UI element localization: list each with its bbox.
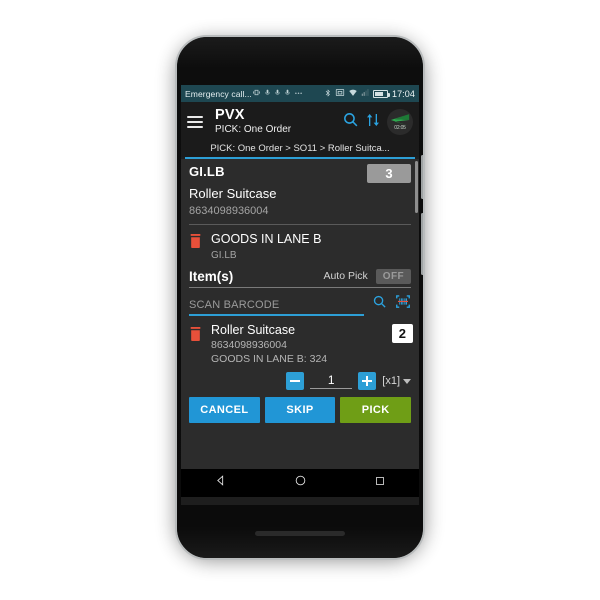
item-barcode: 8634098936004	[211, 338, 287, 351]
scan-barcode-row: SCAN BARCODE	[181, 288, 419, 316]
item-location-qty: GOODS IN LANE B: 324	[211, 353, 328, 366]
skip-button[interactable]: SKIP	[264, 397, 336, 424]
header-product-name: Roller Suitcase	[189, 186, 277, 201]
page-subtitle: PICK: One Order	[215, 124, 292, 136]
more-icon	[294, 88, 303, 99]
signal-icon-2	[274, 88, 281, 99]
hamburger-menu-icon[interactable]	[187, 116, 203, 128]
breadcrumb-container: PICK: One Order > SO11 > Roller Suitca..…	[181, 142, 419, 157]
item-texts: Roller Suitcase 8634098936004 GOODS IN L…	[211, 323, 383, 366]
signal-icon-1	[264, 88, 271, 99]
power-button[interactable]	[421, 213, 423, 275]
home-circle-icon[interactable]	[294, 474, 307, 492]
signal-icon-3	[284, 88, 291, 99]
phone-screen: Emergency call... 17:04 PVX PICK: One Or…	[181, 85, 419, 505]
cellular-signal-icon	[361, 88, 370, 99]
status-bar-left: Emergency call...	[185, 89, 252, 99]
status-bar-system-icons: 17:04	[324, 88, 415, 100]
page-title: PVX	[215, 107, 245, 124]
action-buttons: CANCEL SKIP PICK	[181, 390, 419, 431]
search-icon[interactable]	[342, 111, 359, 133]
location-subtitle: GI.LB	[211, 250, 237, 262]
header-location-code: GI.LB	[189, 164, 225, 179]
scan-input-underline	[189, 314, 364, 316]
sort-transfer-icon[interactable]	[365, 111, 381, 134]
location-title: GOODS IN LANE B	[211, 232, 322, 246]
quantity-stepper: 1 [x1]	[181, 366, 419, 391]
green-arrow-logo-icon[interactable]: 02:05	[387, 109, 413, 135]
location-texts: GOODS IN LANE B GI.LB	[211, 230, 321, 262]
wifi-icon	[348, 88, 358, 99]
back-triangle-icon[interactable]	[214, 474, 227, 492]
plus-icon[interactable]	[358, 372, 377, 391]
item-name: Roller Suitcase	[211, 322, 296, 337]
recents-square-icon[interactable]	[374, 474, 386, 492]
scan-input-placeholder: SCAN BARCODE	[189, 299, 280, 312]
chevron-down-icon	[403, 378, 411, 384]
items-bar: Item(s) Auto Pick OFF	[181, 268, 419, 287]
pick-button[interactable]: PICK	[340, 397, 412, 424]
items-label: Item(s)	[189, 268, 234, 284]
barcode-scan-icon[interactable]	[395, 294, 411, 316]
trash-icon[interactable]	[189, 326, 202, 347]
app-bar-titles: PVX PICK: One Order	[215, 107, 336, 136]
bluetooth-icon	[324, 88, 332, 100]
status-bar: Emergency call... 17:04	[181, 85, 419, 102]
scrollbar-thumb[interactable]	[415, 161, 418, 213]
auto-pick-toggle[interactable]: OFF	[375, 268, 411, 284]
battery-icon	[372, 89, 390, 98]
multiplier-label: [x1]	[382, 375, 400, 388]
order-header-top-row: GI.LB 3	[189, 164, 411, 183]
screencast-icon	[335, 88, 345, 99]
order-header-block: GI.LB 3 Roller Suitcase 8634098936004	[181, 159, 419, 219]
header-qty-badge: 3	[367, 164, 411, 183]
bottom-speaker	[255, 531, 345, 536]
location-row: GOODS IN LANE B GI.LB	[181, 225, 419, 268]
screenshot-stage: Emergency call... 17:04 PVX PICK: One Or…	[0, 0, 600, 600]
android-nav-bar	[181, 469, 419, 497]
quantity-input[interactable]: 1	[310, 373, 353, 390]
app-bar: PVX PICK: One Order 02:05	[181, 102, 419, 142]
item-detail-row: Roller Suitcase 8634098936004 GOODS IN L…	[181, 316, 419, 366]
trash-icon[interactable]	[189, 233, 202, 254]
scan-input-field[interactable]: SCAN BARCODE	[189, 299, 364, 316]
volume-button[interactable]	[421, 155, 423, 199]
multiplier-dropdown[interactable]: [x1]	[382, 375, 411, 387]
emergency-call-text: Emergency call...	[185, 88, 252, 99]
minus-icon[interactable]	[286, 372, 305, 391]
main-content: GI.LB 3 Roller Suitcase 8634098936004 GO…	[181, 159, 419, 469]
auto-pick-label: Auto Pick	[323, 270, 368, 283]
cancel-button[interactable]: CANCEL	[189, 397, 260, 424]
vibrate-icon	[252, 88, 261, 99]
search-icon[interactable]	[372, 294, 387, 316]
breadcrumb[interactable]: PICK: One Order > SO11 > Roller Suitca..…	[187, 143, 413, 154]
logo-timer-text: 02:05	[394, 125, 406, 131]
status-bar-notification-icons	[252, 88, 324, 99]
header-barcode: 8634098936004	[189, 205, 269, 217]
status-bar-clock: 17:04	[391, 88, 415, 99]
item-qty-badge: 2	[391, 323, 413, 343]
